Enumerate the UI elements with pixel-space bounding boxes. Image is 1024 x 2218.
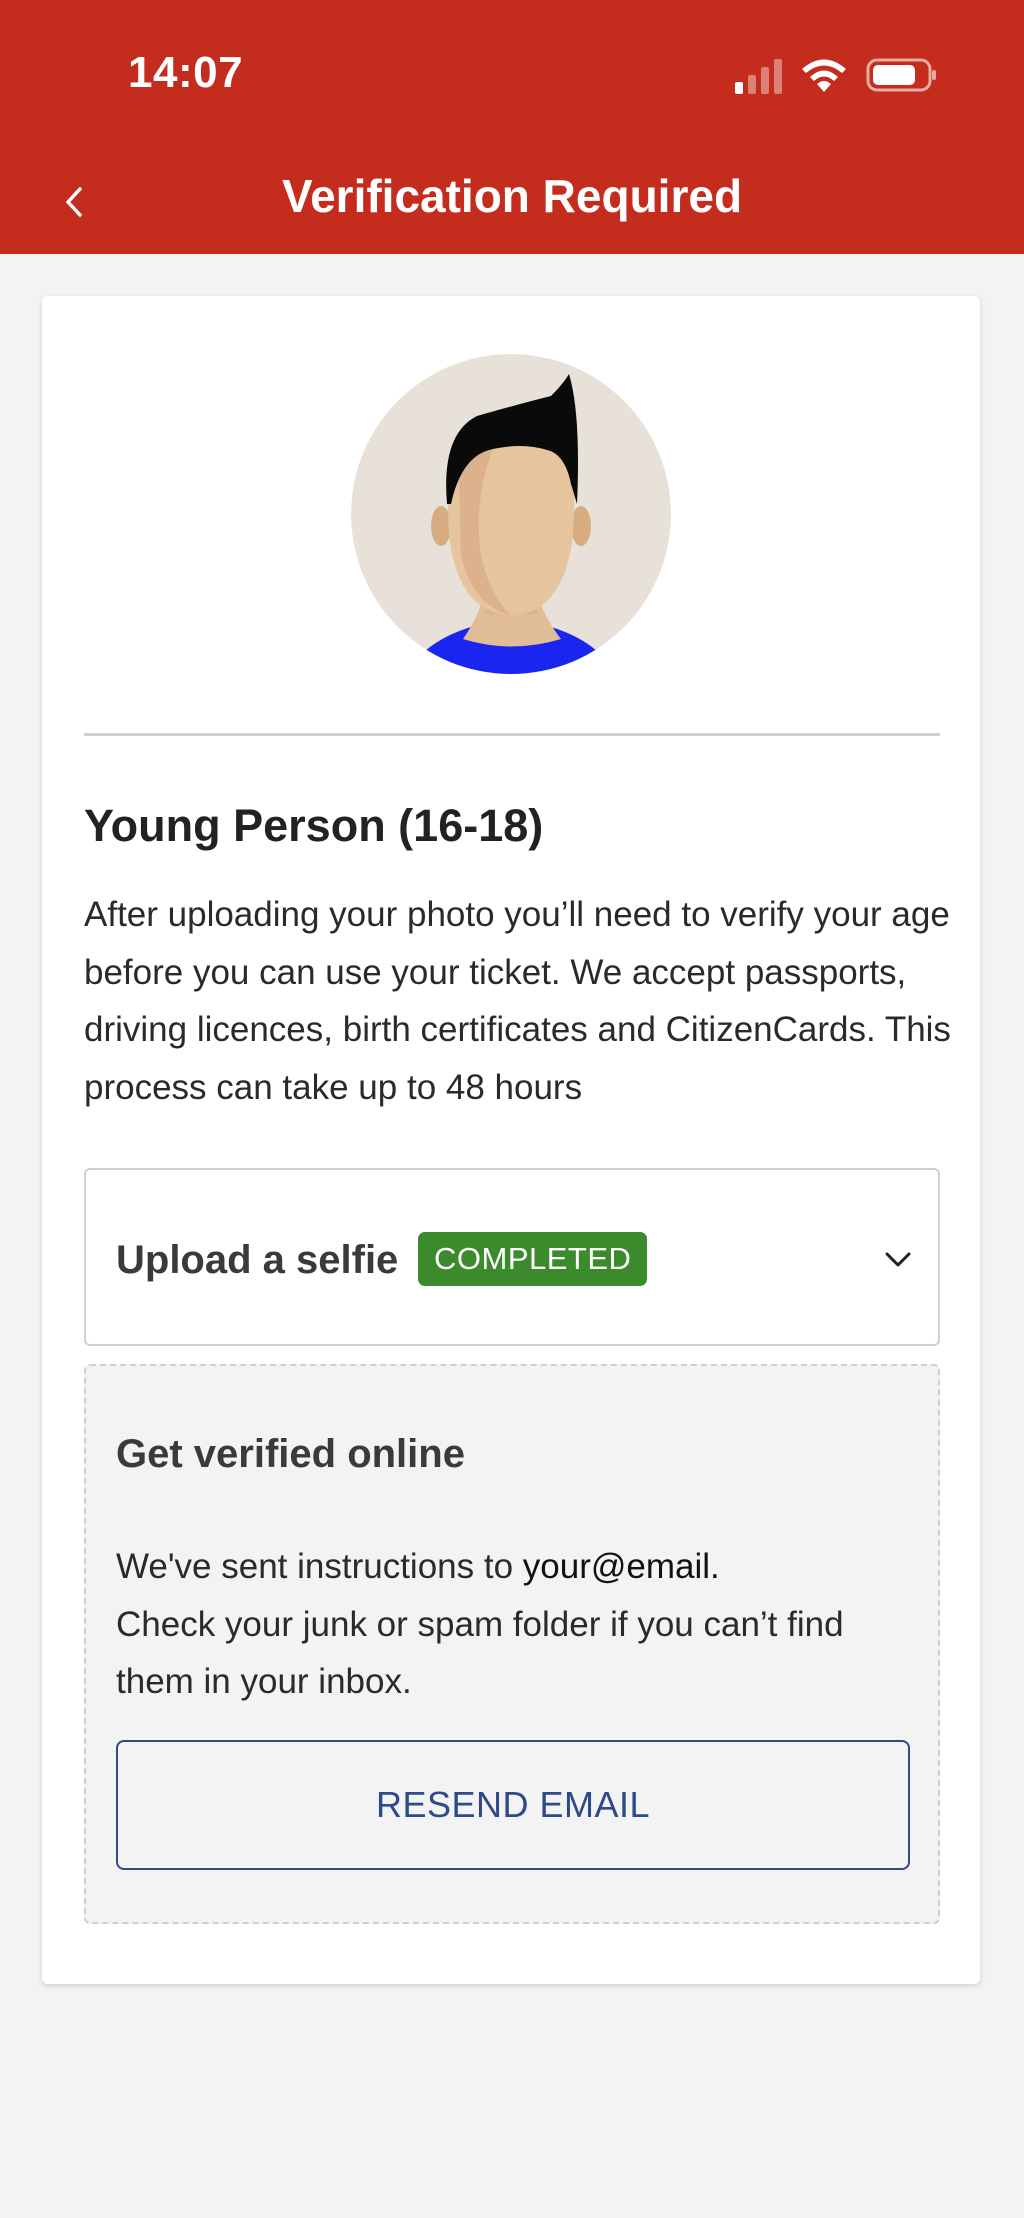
upload-selfie-label: Upload a selfie: [116, 1238, 399, 1282]
avatar: [351, 354, 671, 674]
status-time: 14:07: [128, 48, 244, 97]
status-bar: 14:07: [0, 0, 1024, 150]
app-header: 14:07 Verification Required: [0, 0, 1024, 254]
status-badge: COMPLETED: [418, 1232, 648, 1286]
chevron-down-icon[interactable]: [882, 1244, 914, 1276]
person-avatar-icon: [351, 354, 671, 674]
nav-bar: Verification Required: [0, 150, 1024, 254]
battery-icon: [866, 58, 936, 92]
resend-email-button[interactable]: RESEND EMAIL: [116, 1740, 910, 1870]
category-description: After uploading your photo you’ll need t…: [84, 895, 951, 1107]
page-title: Verification Required: [281, 170, 743, 222]
email-address: your@email.: [522, 1547, 720, 1586]
category-title: Young Person (16-18): [84, 800, 544, 851]
cellular-signal-icon: [735, 59, 782, 94]
online-step-title: Get verified online: [116, 1432, 465, 1476]
junk-folder-hint: Check your junk or spam folder if you ca…: [116, 1604, 844, 1702]
sent-instructions-text: We've sent instructions to: [116, 1547, 523, 1586]
online-step-message: We've sent instructions to your@email. Ch…: [116, 1538, 916, 1711]
verification-card: Young Person (16-18) After uploading you…: [42, 296, 980, 1984]
divider: [84, 733, 940, 736]
upload-selfie-step[interactable]: Upload a selfie COMPLETED: [84, 1168, 940, 1346]
get-verified-online-step: Get verified online We've sent instructi…: [84, 1364, 940, 1924]
wifi-icon: [802, 59, 846, 92]
